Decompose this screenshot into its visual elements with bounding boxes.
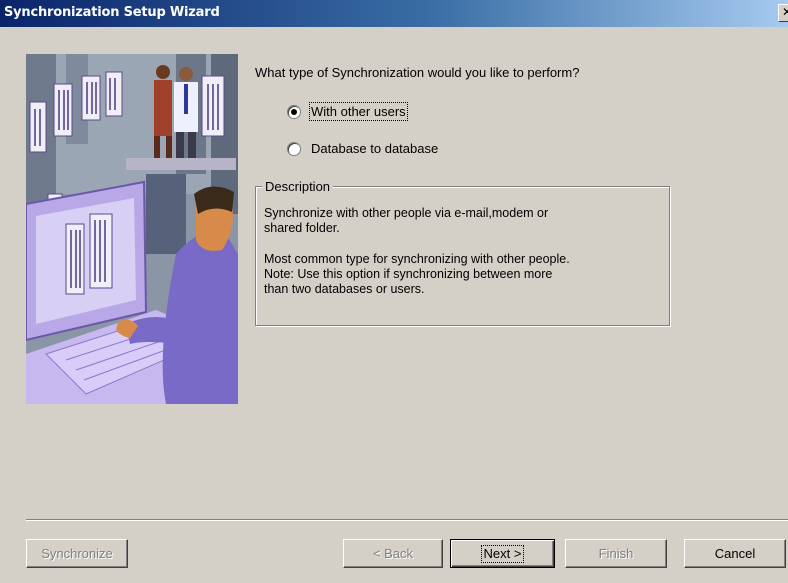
finish-button[interactable]: Finish [565, 539, 667, 568]
wizard-question: What type of Synchronization would you l… [255, 65, 580, 80]
button-separator [26, 519, 788, 521]
description-legend: Description [262, 179, 334, 194]
description-line-4: Note: Use this option if synchronizing b… [264, 267, 553, 281]
synchronize-button[interactable]: Synchronize [26, 539, 128, 568]
back-button[interactable]: < Back [343, 539, 443, 568]
description-line-1: Synchronize with other people via e-mail… [264, 206, 549, 220]
next-button-label[interactable]: Next > [480, 545, 525, 563]
title-bar[interactable]: Synchronization Setup Wizard ✕ [0, 0, 788, 27]
window-title: Synchronization Setup Wizard [4, 5, 220, 20]
close-icon[interactable]: ✕ [778, 4, 788, 22]
option-database-to-database-label[interactable]: Database to database [311, 141, 438, 156]
option-database-to-database[interactable]: Database to database [287, 141, 438, 156]
cancel-button[interactable]: Cancel [684, 539, 786, 568]
description-line-5: than two databases or users. [264, 282, 425, 296]
wizard-illustration [26, 54, 238, 404]
option-with-other-users-label[interactable]: With other users [309, 102, 408, 121]
next-button[interactable]: Next > [450, 539, 555, 568]
option-with-other-users[interactable]: With other users [287, 102, 408, 121]
description-line-3: Most common type for synchronizing with … [264, 252, 570, 266]
radio-with-other-users[interactable] [287, 104, 301, 119]
description-line-2: shared folder. [264, 221, 340, 235]
radio-database-to-database[interactable] [287, 141, 301, 156]
